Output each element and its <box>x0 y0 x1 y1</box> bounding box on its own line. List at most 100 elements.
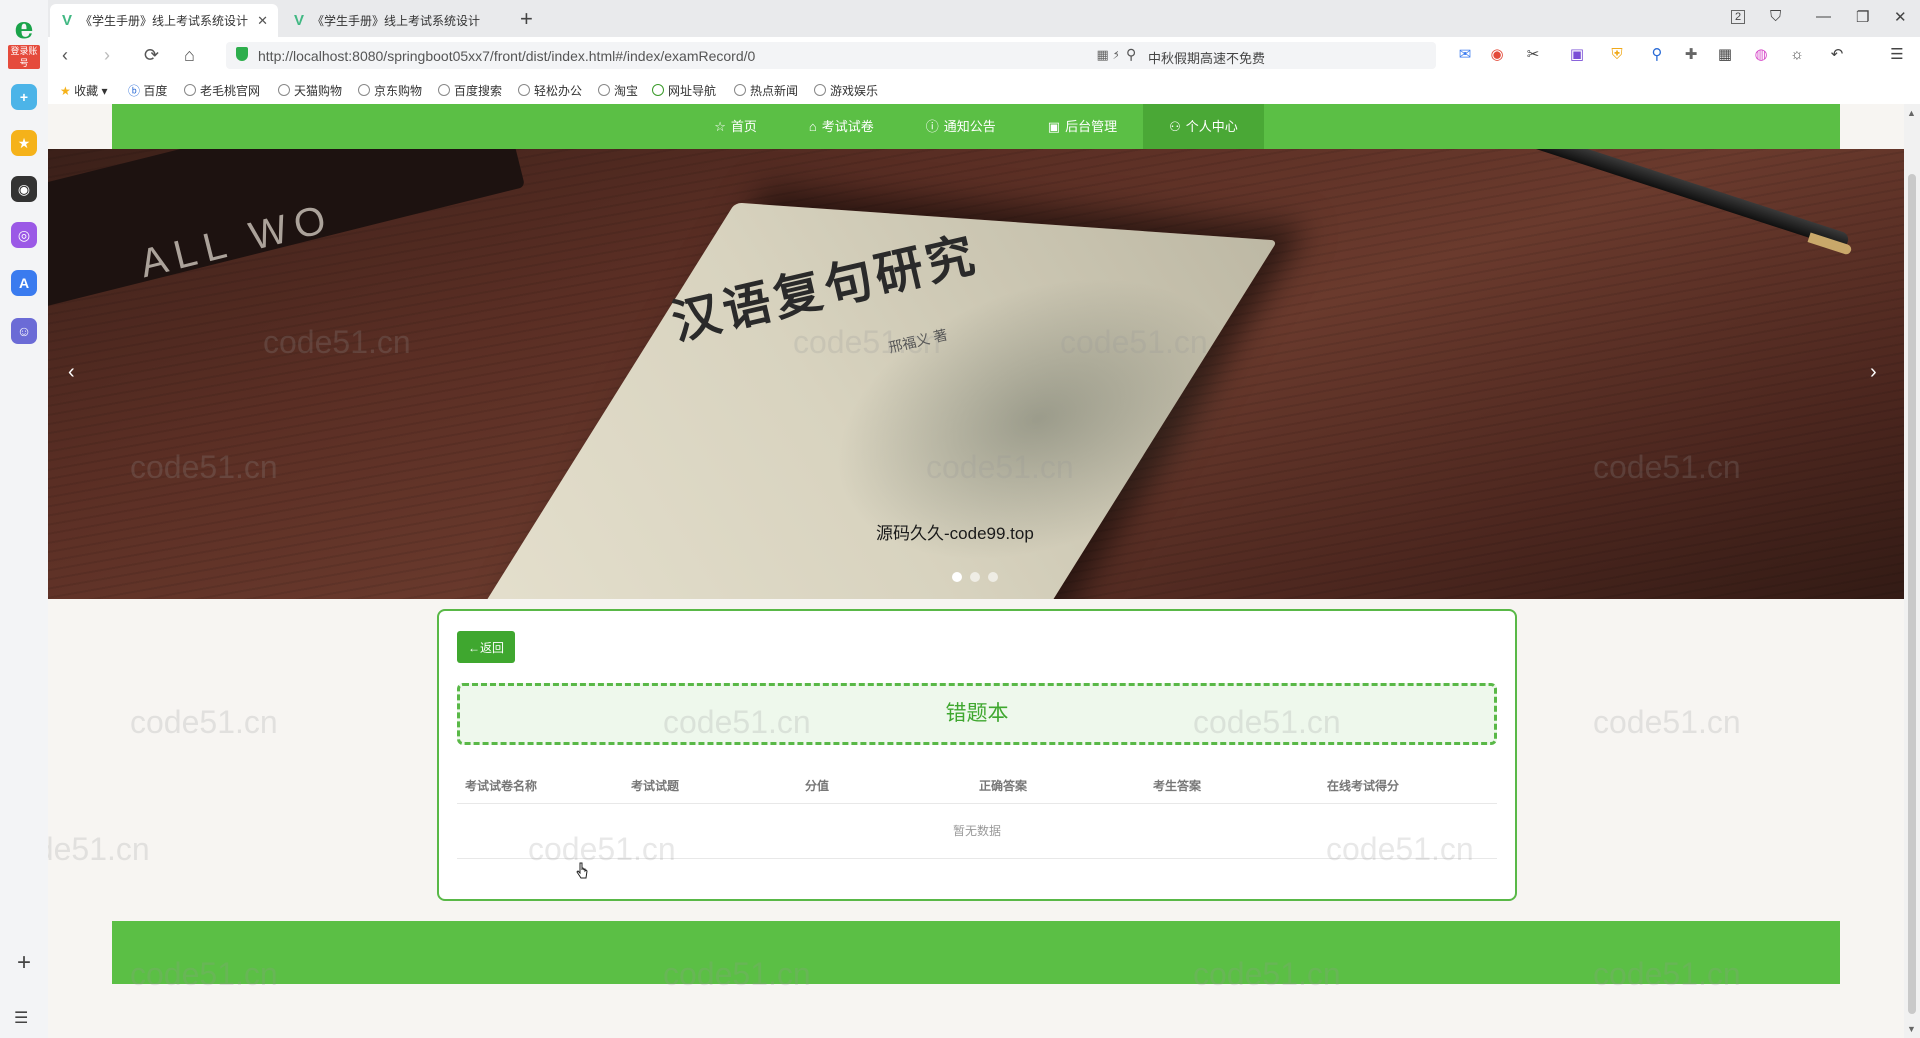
globe-icon <box>184 84 196 96</box>
minimize-icon[interactable]: — <box>1816 8 1831 25</box>
scissors-icon[interactable]: ✂ <box>1524 46 1542 64</box>
empty-state: 暂无数据 <box>457 804 1497 859</box>
nav-notices[interactable]: ⓘ 通知公告 <box>900 104 1022 149</box>
search-icon: ⚲ <box>1126 46 1137 62</box>
star-icon: ☆ <box>714 119 726 134</box>
column-header[interactable]: 考生答案 <box>1153 769 1327 803</box>
page-scrollbar[interactable]: ▲ ▼ <box>1904 104 1920 1038</box>
globe-icon <box>358 84 370 96</box>
brightness-icon[interactable]: ☼ <box>1788 46 1806 64</box>
carousel-dot[interactable] <box>970 572 980 582</box>
dock-robot-icon[interactable]: ☺ <box>11 318 37 344</box>
apps-grid-icon[interactable]: ▦ <box>1716 46 1734 64</box>
scroll-thumb[interactable] <box>1908 174 1916 1014</box>
nav-home[interactable]: ☆ 首页 <box>688 104 783 149</box>
search-text: 中秋假期高速不免费 <box>1148 51 1266 66</box>
bookmark-item[interactable]: 老毛桃官网 <box>184 82 260 99</box>
info-icon: ⓘ <box>925 119 939 134</box>
forward-nav-icon[interactable]: › <box>104 45 110 66</box>
column-header[interactable]: 在线考试得分 <box>1327 769 1497 803</box>
tab-close-icon[interactable]: ✕ <box>257 13 268 29</box>
nav-personal-center[interactable]: ⚇ 个人中心 <box>1143 104 1264 149</box>
bookmark-item[interactable]: 淘宝 <box>598 82 638 99</box>
user-icon: ⚇ <box>1169 119 1181 134</box>
dock-menu-icon[interactable]: ☰ <box>14 1008 28 1028</box>
magnifier-icon[interactable]: ⚲ <box>1648 46 1666 64</box>
wrong-questions-panel: ←返回 错题本 考试试卷名称 考试试题 分值 正确答案 考生答案 在线考试得分 … <box>437 609 1517 901</box>
close-window-icon[interactable]: ✕ <box>1894 8 1907 26</box>
browser-menu-icon[interactable]: ☰ <box>1888 46 1906 64</box>
carousel-dot[interactable] <box>952 572 962 582</box>
bookmark-item[interactable]: 百度搜索 <box>438 82 502 99</box>
shield-icon[interactable]: ⛨ <box>1608 46 1626 64</box>
bookmark-item[interactable]: ⓑ 百度 <box>128 82 167 99</box>
dock-game-icon[interactable]: ◉ <box>11 176 37 202</box>
weibo-icon[interactable]: ◉ <box>1488 46 1506 64</box>
vue-logo-icon: V <box>294 12 305 29</box>
bookmarks-bar: ★ 收藏 ▾ ⓑ 百度 老毛桃官网 天猫购物 京东购物 百度搜索 轻松办公 淘宝… <box>48 74 1920 105</box>
column-header[interactable]: 分值 <box>805 769 979 803</box>
globe-icon <box>652 84 664 96</box>
vue-logo-icon: V <box>62 12 73 29</box>
dock-favorites-icon[interactable]: ★ <box>11 130 37 156</box>
browser-search-input[interactable]: ⚲ 中秋假期高速不免费 <box>1118 42 1436 69</box>
globe-icon <box>518 84 530 96</box>
page-title: 错题本 <box>457 683 1497 745</box>
globe-icon <box>438 84 450 96</box>
carousel-next-icon[interactable]: › <box>1870 361 1877 384</box>
url-field[interactable]: http://localhost:8080/springboot05xx7/fr… <box>226 42 1150 69</box>
bookmark-item[interactable]: 天猫购物 <box>278 82 342 99</box>
tab-count-badge[interactable]: 2 <box>1731 10 1746 24</box>
browser-logo-icon[interactable]: e 登录账号 <box>8 14 40 69</box>
browser-tab[interactable]: V 《学生手册》线上考试系统设计 <box>282 4 510 37</box>
login-badge: 登录账号 <box>8 45 40 69</box>
dock-ai-icon[interactable]: A <box>11 270 37 296</box>
bookmark-item[interactable]: 轻松办公 <box>518 82 582 99</box>
bookmark-item[interactable]: 热点新闻 <box>734 82 798 99</box>
secure-shield-icon <box>236 47 248 61</box>
browser-tab-active[interactable]: V 《学生手册》线上考试系统设计 ✕ <box>50 4 278 37</box>
color-wheel-icon[interactable]: ◍ <box>1752 46 1770 64</box>
nav-exam-papers[interactable]: ⌂ 考试试卷 <box>783 104 900 149</box>
shirt-icon[interactable]: ⛉ <box>1770 8 1781 25</box>
globe-icon <box>278 84 290 96</box>
scroll-up-icon[interactable]: ▲ <box>1907 108 1916 118</box>
dock-ai-assistant-icon[interactable]: ◎ <box>11 222 37 248</box>
nav-admin[interactable]: ▣ 后台管理 <box>1022 104 1143 149</box>
back-nav-icon[interactable]: ‹ <box>62 45 68 66</box>
carousel-dot[interactable] <box>988 572 998 582</box>
home-icon[interactable]: ⌂ <box>184 45 195 66</box>
watermark: code51.cn <box>1593 704 1741 740</box>
undo-icon[interactable]: ↶ <box>1828 46 1846 64</box>
reload-icon[interactable]: ⟳ <box>144 45 159 66</box>
new-tab-icon[interactable]: + <box>520 6 533 32</box>
tab-bar: V 《学生手册》线上考试系统设计 ✕ V 《学生手册》线上考试系统设计 + 2 … <box>48 0 1920 37</box>
globe-icon <box>814 84 826 96</box>
extension-icon[interactable]: ✚ <box>1682 46 1700 64</box>
back-button[interactable]: ←返回 <box>457 631 515 663</box>
browser-sidebar: e 登录账号 + ★ ◉ ◎ A ☺ + ☰ <box>0 0 49 1038</box>
column-header[interactable]: 考试试卷名称 <box>457 769 631 803</box>
dock-add-icon[interactable]: + <box>12 951 36 976</box>
restore-icon[interactable]: ❐ <box>1856 8 1869 26</box>
globe-icon <box>734 84 746 96</box>
column-header[interactable]: 考试试题 <box>631 769 805 803</box>
bookmark-item[interactable]: 游戏娱乐 <box>814 82 878 99</box>
bookmark-item[interactable]: 京东购物 <box>358 82 422 99</box>
tab-title: 《学生手册》线上考试系统设计 <box>80 14 249 28</box>
page-viewport: ☆ 首页 ⌂ 考试试卷 ⓘ 通知公告 ▣ 后台管理 ⚇ 个人中心 ALL WO 汉语复句研… <box>48 104 1904 1038</box>
scroll-down-icon[interactable]: ▼ <box>1907 1024 1916 1034</box>
bookmark-item[interactable]: 网址导航 <box>652 82 716 99</box>
watermark: code51.cn <box>130 704 278 740</box>
translate-icon[interactable]: ▣ <box>1568 46 1586 64</box>
column-header[interactable]: 正确答案 <box>979 769 1153 803</box>
tab-title: 《学生手册》线上考试系统设计 <box>312 14 481 28</box>
carousel-indicators <box>952 572 998 582</box>
mail-icon[interactable]: ✉ <box>1456 46 1474 64</box>
page-footer <box>112 921 1840 984</box>
top-navigation: ☆ 首页 ⌂ 考试试卷 ⓘ 通知公告 ▣ 后台管理 ⚇ 个人中心 <box>112 104 1840 149</box>
bookmark-favorites[interactable]: ★ 收藏 ▾ <box>60 82 107 99</box>
dock-plus-app-icon[interactable]: + <box>11 84 37 110</box>
carousel-prev-icon[interactable]: ‹ <box>68 361 75 384</box>
carousel-banner[interactable]: ALL WO 汉语复句研究 邢福义 著 源码久久-code99.top ‹ › <box>48 149 1904 599</box>
